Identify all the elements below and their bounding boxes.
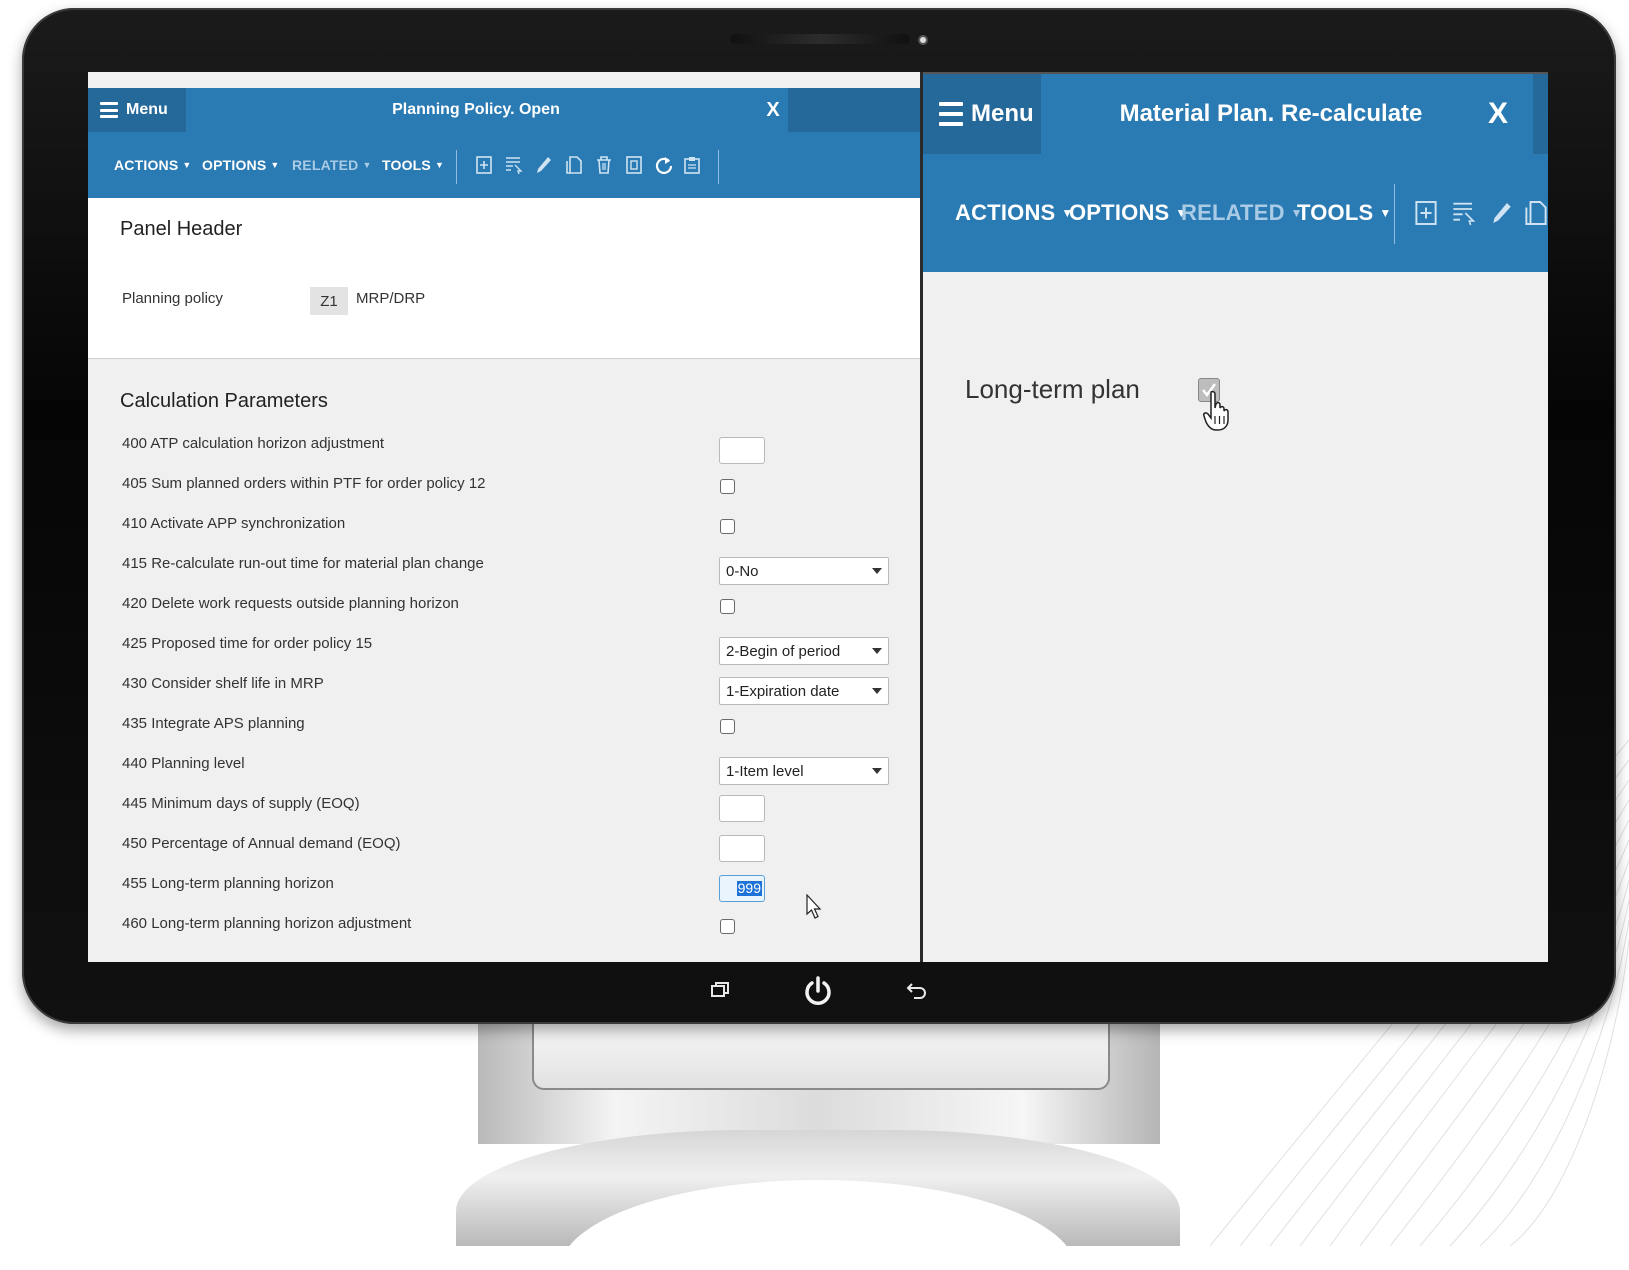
param-label-425: 425 Proposed time for order policy 15 bbox=[122, 635, 373, 652]
options-menu[interactable]: OPTIONS ▼ bbox=[1069, 154, 1188, 272]
param-label-450: 450 Percentage of Annual demand (EOQ) bbox=[122, 835, 401, 852]
bezel-controls bbox=[0, 975, 1629, 1015]
back-icon[interactable] bbox=[906, 981, 928, 1003]
related-menu[interactable]: RELATED ▼ bbox=[292, 132, 372, 198]
tools-menu[interactable]: TOOLS ▼ bbox=[382, 132, 444, 198]
right-title-bar: Menu Material Plan. Re-calculate X bbox=[923, 74, 1548, 154]
menu-icon bbox=[939, 102, 963, 126]
right-menu-label: Menu bbox=[971, 100, 1034, 127]
actions-menu[interactable]: ACTIONS ▼ bbox=[955, 154, 1073, 272]
param-425-select[interactable]: 2-Begin of period bbox=[719, 637, 889, 665]
camera-icon bbox=[918, 35, 928, 45]
screen: Menu Planning Policy. Open X ACTIONS ▼ OP… bbox=[88, 72, 1548, 962]
param-label-415: 415 Re-calculate run-out time for materi… bbox=[122, 555, 484, 572]
param-label-460: 460 Long-term planning horizon adjustmen… bbox=[122, 915, 412, 932]
planning-policy-window: Menu Planning Policy. Open X ACTIONS ▼ OP… bbox=[88, 72, 920, 962]
chevron-down-icon bbox=[872, 568, 882, 574]
planning-policy-description: MRP/DRP bbox=[356, 290, 426, 307]
left-toolbar: ACTIONS ▼ OPTIONS ▼ RELATED ▼ TOOLS ▼ bbox=[88, 132, 920, 198]
param-455-value: 999 bbox=[736, 880, 762, 896]
chevron-down-icon: ▼ bbox=[1379, 206, 1392, 220]
menu-icon bbox=[100, 102, 118, 118]
param-450-input[interactable] bbox=[719, 835, 765, 862]
select-icon[interactable] bbox=[504, 154, 524, 176]
left-menu-label: Menu bbox=[126, 101, 168, 118]
param-420-checkbox[interactable] bbox=[720, 599, 735, 614]
right-title-bar-end bbox=[1533, 74, 1548, 154]
chevron-down-icon bbox=[872, 688, 882, 694]
param-430-select[interactable]: 1-Expiration date bbox=[719, 677, 889, 705]
param-410-checkbox[interactable] bbox=[720, 519, 735, 534]
param-label-420: 420 Delete work requests outside plannin… bbox=[122, 595, 459, 612]
param-label-455: 455 Long-term planning horizon bbox=[122, 875, 334, 892]
actions-menu[interactable]: ACTIONS ▼ bbox=[114, 132, 192, 198]
chevron-down-icon: ▼ bbox=[362, 160, 372, 170]
param-405-checkbox[interactable] bbox=[720, 479, 735, 494]
right-toolbar: ACTIONS ▼ OPTIONS ▼ RELATED ▼ TOOLS ▼ bbox=[923, 154, 1548, 272]
delete-icon[interactable] bbox=[594, 154, 614, 176]
panel-header-heading: Panel Header bbox=[120, 218, 243, 240]
param-460-checkbox[interactable] bbox=[720, 919, 735, 934]
param-415-select[interactable]: 0-No bbox=[719, 557, 889, 585]
monitor-stand-recess bbox=[532, 1024, 1110, 1090]
camera-slot bbox=[730, 34, 910, 44]
left-title-bar: Menu Planning Policy. Open X bbox=[88, 88, 920, 132]
param-440-select[interactable]: 1-Item level bbox=[719, 757, 889, 785]
toolbar-separator bbox=[718, 150, 719, 184]
left-window-title: Planning Policy. Open bbox=[392, 101, 560, 118]
param-label-445: 445 Minimum days of supply (EOQ) bbox=[122, 795, 360, 812]
restore-icon[interactable] bbox=[710, 981, 730, 1003]
planning-policy-code: Z1 bbox=[310, 287, 348, 315]
planning-policy-label: Planning policy bbox=[122, 290, 223, 307]
left-menu-button[interactable]: Menu bbox=[88, 88, 186, 132]
param-label-435: 435 Integrate APS planning bbox=[122, 715, 305, 732]
param-label-410: 410 Activate APP synchronization bbox=[122, 515, 346, 532]
mouse-pointer-icon bbox=[806, 894, 822, 919]
clipboard-icon[interactable] bbox=[682, 154, 702, 176]
right-window-title: Material Plan. Re-calculate bbox=[1119, 100, 1423, 127]
param-435-checkbox[interactable] bbox=[720, 719, 735, 734]
copy-icon[interactable] bbox=[1523, 196, 1548, 230]
refresh-icon[interactable] bbox=[654, 154, 674, 176]
right-menu-button[interactable]: Menu bbox=[923, 74, 1041, 154]
close-icon[interactable]: X bbox=[1468, 74, 1528, 154]
chevron-down-icon: ▼ bbox=[434, 160, 445, 170]
chevron-down-icon bbox=[872, 648, 882, 654]
copy-icon[interactable] bbox=[564, 154, 584, 176]
edit-icon[interactable] bbox=[1489, 196, 1515, 230]
duplicate-icon[interactable] bbox=[624, 154, 644, 176]
param-445-input[interactable] bbox=[719, 795, 765, 822]
param-label-405: 405 Sum planned orders within PTF for or… bbox=[122, 475, 486, 492]
toolbar-separator bbox=[1394, 184, 1395, 244]
material-plan-window: Menu Material Plan. Re-calculate X ACTIO… bbox=[923, 72, 1548, 962]
tools-menu[interactable]: TOOLS ▼ bbox=[1297, 154, 1391, 272]
options-menu[interactable]: OPTIONS ▼ bbox=[202, 132, 280, 198]
add-icon[interactable] bbox=[474, 154, 494, 176]
param-label-430: 430 Consider shelf life in MRP bbox=[122, 675, 324, 692]
left-title-bar-end bbox=[788, 88, 920, 132]
chevron-down-icon bbox=[872, 768, 882, 774]
param-400-input[interactable] bbox=[719, 437, 765, 464]
long-term-plan-label: Long-term plan bbox=[965, 374, 1140, 404]
toolbar-separator bbox=[456, 150, 457, 184]
power-icon[interactable] bbox=[802, 975, 834, 1011]
param-455-input[interactable]: 999 bbox=[719, 875, 765, 902]
calculation-parameters-heading: Calculation Parameters bbox=[120, 390, 328, 412]
edit-icon[interactable] bbox=[534, 154, 554, 176]
chevron-down-icon: ▼ bbox=[270, 160, 280, 170]
param-label-400: 400 ATP calculation horizon adjustment bbox=[122, 435, 385, 452]
hand-pointer-icon bbox=[1203, 390, 1229, 431]
chevron-down-icon: ▼ bbox=[182, 160, 192, 170]
param-label-440: 440 Planning level bbox=[122, 755, 245, 772]
panel-header-section: Panel Header Planning policy Z1 MRP/DRP bbox=[88, 198, 920, 359]
select-icon[interactable] bbox=[1451, 196, 1477, 230]
add-icon[interactable] bbox=[1413, 196, 1439, 230]
related-menu[interactable]: RELATED ▼ bbox=[1181, 154, 1303, 272]
